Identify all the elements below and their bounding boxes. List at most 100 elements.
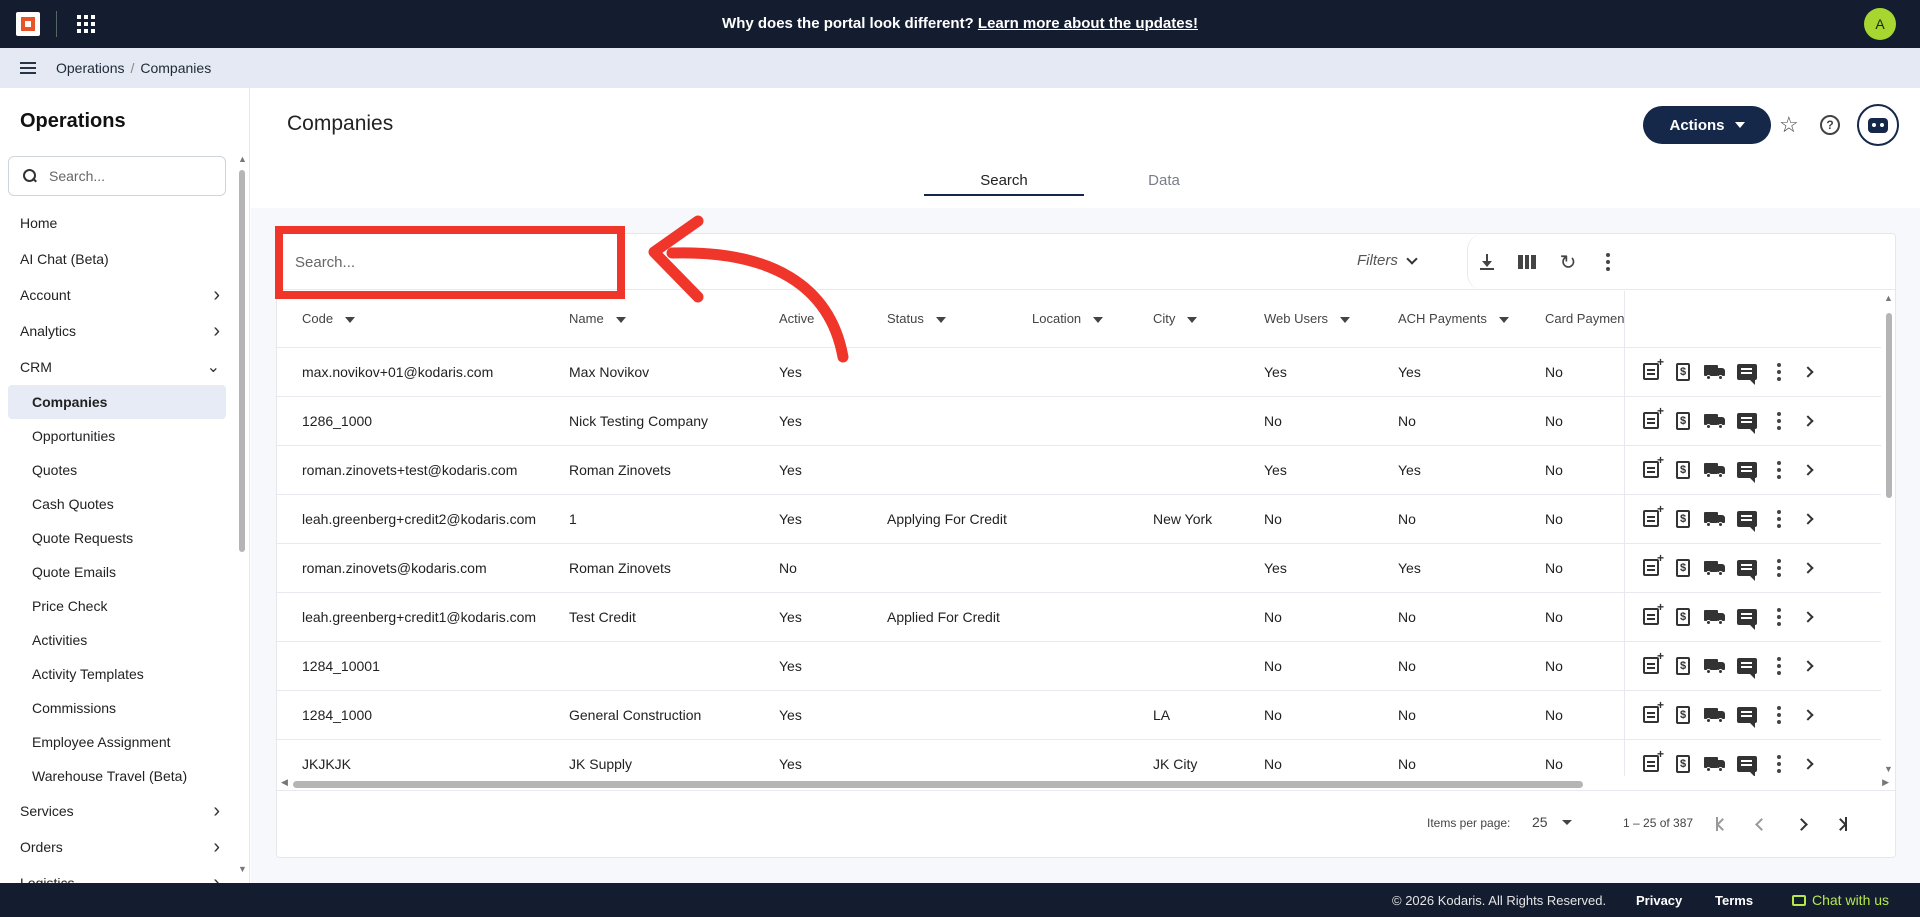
sort-caret-icon[interactable]: [1093, 316, 1104, 323]
next-page-button[interactable]: [1789, 812, 1813, 836]
add-note-icon[interactable]: [1635, 642, 1667, 690]
sidebar-item-quotes[interactable]: Quotes: [0, 453, 234, 487]
sidebar-search[interactable]: [8, 156, 226, 196]
column-header-web-users[interactable]: Web Users: [1239, 291, 1373, 348]
sort-caret-icon[interactable]: [935, 316, 946, 323]
add-note-icon[interactable]: [1635, 544, 1667, 592]
shipping-icon[interactable]: [1699, 544, 1731, 592]
sidebar-item-services[interactable]: Services ›: [0, 793, 234, 829]
table-scroll-area[interactable]: Code Name Active Status Location City Web User…: [277, 291, 1881, 776]
quote-icon[interactable]: $: [1667, 544, 1699, 592]
scroll-left-icon[interactable]: ◀: [281, 777, 288, 788]
chevron-right-icon[interactable]: [1795, 691, 1827, 739]
sidebar-item-employee-assignment[interactable]: Employee Assignment: [0, 725, 234, 759]
add-note-icon[interactable]: [1635, 740, 1667, 777]
column-header-card-payments[interactable]: Card Payments: [1530, 291, 1624, 348]
sidebar-item-ai-chat-beta[interactable]: AI Chat (Beta): [0, 241, 234, 277]
table-row[interactable]: leah.greenberg+credit1@kodaris.com Test C…: [277, 592, 1881, 642]
sort-caret-icon[interactable]: [1340, 316, 1351, 323]
sidebar-scrollbar[interactable]: ▲ ▼: [236, 154, 248, 874]
table-search-input[interactable]: [295, 250, 595, 274]
terms-link[interactable]: Terms: [1715, 893, 1753, 908]
sidebar-item-activities[interactable]: Activities: [0, 623, 234, 657]
more-vert-icon[interactable]: [1763, 691, 1795, 739]
comment-icon[interactable]: [1731, 740, 1763, 776]
table-row[interactable]: max.novikov+01@kodaris.com Max Novikov Yes…: [277, 347, 1881, 397]
avatar[interactable]: A: [1864, 8, 1896, 40]
privacy-link[interactable]: Privacy: [1636, 893, 1682, 908]
chevron-right-icon[interactable]: [1795, 495, 1827, 543]
comment-icon[interactable]: [1731, 642, 1763, 690]
quote-icon[interactable]: $: [1667, 593, 1699, 641]
sidebar-item-account[interactable]: Account ›: [0, 277, 234, 313]
table-vertical-scrollbar[interactable]: ▲ ▼: [1883, 291, 1895, 776]
table-row[interactable]: roman.zinovets@kodaris.com Roman Zinovets…: [277, 543, 1881, 593]
column-header-city[interactable]: City: [1128, 291, 1239, 348]
items-per-page-select[interactable]: 25: [1532, 814, 1572, 830]
column-header-status[interactable]: Status: [862, 291, 1007, 348]
apps-grid-icon[interactable]: [77, 15, 95, 33]
scrollbar-thumb[interactable]: [293, 781, 1583, 788]
quote-icon[interactable]: $: [1667, 446, 1699, 494]
refresh-icon[interactable]: ↻: [1558, 252, 1578, 274]
column-header-location[interactable]: Location: [1007, 291, 1128, 348]
sidebar-item-price-check[interactable]: Price Check: [0, 589, 234, 623]
sort-caret-icon[interactable]: [345, 316, 356, 323]
add-note-icon[interactable]: [1635, 397, 1667, 445]
quote-icon[interactable]: $: [1667, 495, 1699, 543]
shipping-icon[interactable]: [1699, 740, 1731, 777]
chat-button[interactable]: Chat with us: [1792, 892, 1889, 908]
sidebar-item-commissions[interactable]: Commissions: [0, 691, 234, 725]
comment-icon[interactable]: [1731, 446, 1763, 494]
chevron-right-icon[interactable]: [1795, 642, 1827, 690]
shipping-icon[interactable]: [1699, 348, 1731, 396]
previous-page-button[interactable]: [1749, 812, 1773, 836]
add-note-icon[interactable]: [1635, 691, 1667, 739]
scroll-up-icon[interactable]: ▲: [238, 154, 247, 164]
table-row[interactable]: 1284_1000 General Construction Yes LA No No No…: [277, 690, 1881, 740]
more-vert-icon[interactable]: [1763, 446, 1795, 494]
last-page-button[interactable]: [1829, 812, 1853, 836]
more-vert-icon[interactable]: [1763, 397, 1795, 445]
quote-icon[interactable]: $: [1667, 740, 1699, 777]
column-header-active[interactable]: Active: [754, 291, 862, 348]
shipping-icon[interactable]: [1699, 593, 1731, 641]
sidebar-item-activity-templates[interactable]: Activity Templates: [0, 657, 234, 691]
actions-button[interactable]: Actions: [1643, 106, 1771, 144]
sort-caret-icon[interactable]: [615, 316, 626, 323]
table-horizontal-scrollbar[interactable]: ◀ ▶: [277, 777, 1895, 791]
shipping-icon[interactable]: [1699, 691, 1731, 739]
sidebar-item-analytics[interactable]: Analytics ›: [0, 313, 234, 349]
sort-caret-icon[interactable]: [1187, 316, 1198, 323]
sidebar-item-crm[interactable]: CRM ⌄: [0, 349, 234, 385]
quote-icon[interactable]: $: [1667, 397, 1699, 445]
add-note-icon[interactable]: [1635, 495, 1667, 543]
help-icon[interactable]: ?: [1820, 115, 1840, 135]
table-row[interactable]: leah.greenberg+credit2@kodaris.com 1 Yes Ap…: [277, 494, 1881, 544]
comment-icon[interactable]: [1731, 348, 1763, 396]
more-vert-icon[interactable]: [1763, 544, 1795, 592]
table-row[interactable]: 1286_1000 Nick Testing Company Yes No No No $: [277, 396, 1881, 446]
column-header-ach-payments[interactable]: ACH Payments: [1373, 291, 1530, 348]
more-vert-icon[interactable]: [1763, 642, 1795, 690]
sidebar-item-companies[interactable]: Companies: [8, 385, 226, 419]
columns-icon[interactable]: [1517, 252, 1537, 272]
more-vert-icon[interactable]: [1598, 252, 1618, 272]
menu-icon[interactable]: [20, 62, 36, 74]
column-header-code[interactable]: Code: [277, 291, 544, 348]
chevron-right-icon[interactable]: [1795, 544, 1827, 592]
tab-data[interactable]: Data: [1084, 164, 1244, 196]
quote-icon[interactable]: $: [1667, 348, 1699, 396]
sidebar-item-cash-quotes[interactable]: Cash Quotes: [0, 487, 234, 521]
star-icon[interactable]: ☆: [1779, 112, 1799, 138]
shipping-icon[interactable]: [1699, 495, 1731, 543]
sidebar-item-opportunities[interactable]: Opportunities: [0, 419, 234, 453]
chevron-right-icon[interactable]: [1795, 740, 1827, 777]
shipping-icon[interactable]: [1699, 397, 1731, 445]
chevron-right-icon[interactable]: [1795, 593, 1827, 641]
filters-button[interactable]: Filters: [1357, 252, 1418, 269]
scroll-up-icon[interactable]: ▲: [1884, 293, 1893, 303]
sidebar-item-home[interactable]: Home: [0, 205, 234, 241]
sidebar-item-logistics[interactable]: Logistics ›: [0, 865, 234, 884]
comment-icon[interactable]: [1731, 593, 1763, 641]
